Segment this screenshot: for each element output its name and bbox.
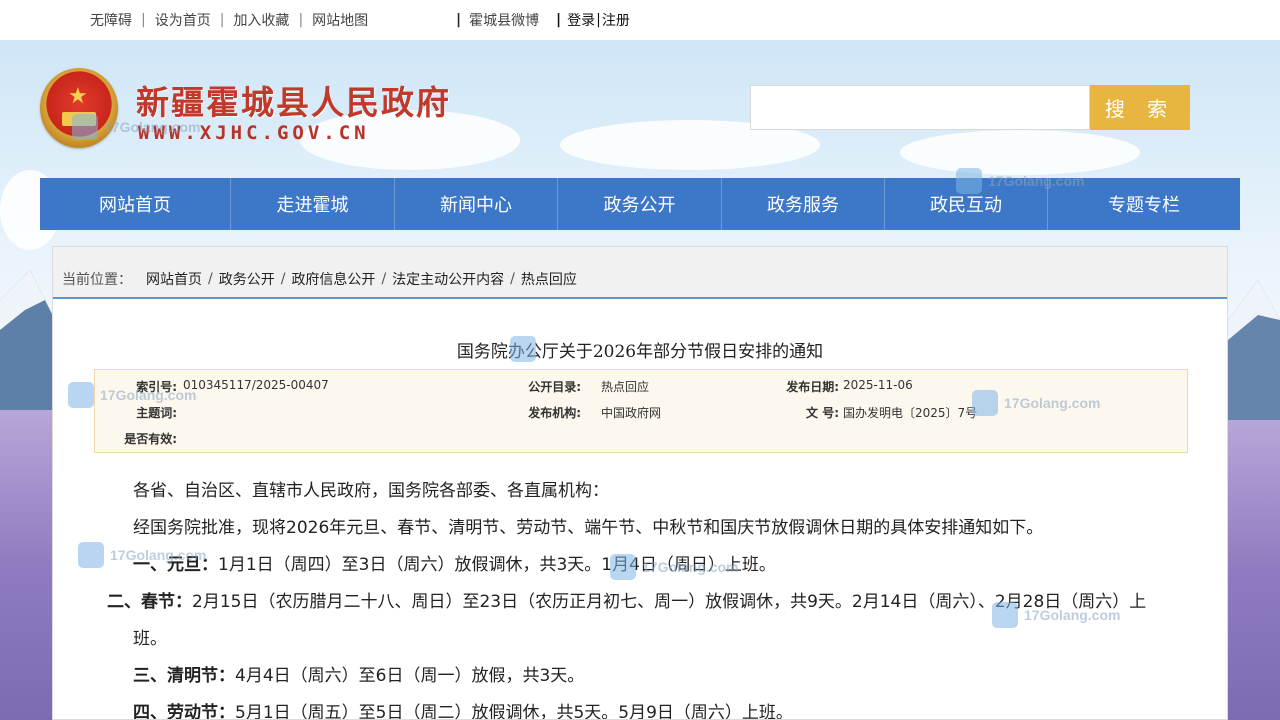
document-title: 国务院办公厅关于2026年部分节假日安排的通知	[456, 342, 824, 362]
meta-index-label: 索引号:	[136, 380, 177, 394]
divider: |	[596, 12, 601, 28]
accessibility-link[interactable]: 无障碍	[90, 10, 132, 30]
mountain-right	[1228, 280, 1280, 420]
paragraph: 各省、自治区、直辖市人民政府，国务院各部委、各直属机构：	[133, 481, 609, 501]
breadcrumb-home[interactable]: 网站首页	[146, 269, 202, 289]
meta-date-label: 发布日期:	[786, 380, 839, 394]
paragraph: 经国务院批准，现将2026年元旦、春节、清明节、劳动节、端午节、中秋节和国庆节放…	[133, 518, 1044, 538]
breadcrumb-hotspot[interactable]: 热点回应	[521, 269, 577, 289]
divider: /	[208, 271, 213, 287]
meta-publisher-value: 中国政府网	[601, 406, 662, 420]
divider: /	[381, 271, 387, 287]
paragraph: 四、劳动节：5月1日（周五）至5日（周二）放假调休，共5天。5月9日（周六）上班…	[107, 695, 1177, 720]
weibo-link[interactable]: 霍城县微博	[469, 10, 539, 30]
site-header: ★ 新疆霍城县人民政府 WWW.XJHC.GOV.CN 搜 索	[0, 40, 1280, 178]
top-links: 无障碍 | 设为首页 | 加入收藏 | 网站地图	[90, 10, 368, 30]
divider: /	[510, 271, 515, 287]
add-favorite-link[interactable]: 加入收藏	[233, 10, 289, 30]
divider: |	[556, 12, 562, 28]
paragraph-text: 1月1日（周四）至3日（周六）放假调休，共3天。1月4日（周日）上班。	[218, 555, 776, 575]
breadcrumb-statutory[interactable]: 法定主动公开内容	[392, 269, 504, 289]
divider: /	[280, 271, 286, 287]
divider: |	[219, 12, 225, 28]
lavender-field-right	[1228, 420, 1280, 720]
meta-publisher-label: 发布机构:	[528, 406, 581, 420]
paragraph: 二、春节：2月15日（农历腊月二十八、周日）至23日（农历正月初七、周一）放假调…	[81, 584, 1177, 658]
meta-index-value: 010345117/2025-00407	[183, 378, 329, 392]
meta-date-value: 2025-11-06	[843, 378, 913, 392]
paragraph: 三、清明节：4月4日（周六）至6日（周一）放假，共3天。	[107, 658, 1177, 695]
paragraph-heading: 三、清明节：	[133, 666, 235, 686]
set-homepage-link[interactable]: 设为首页	[155, 10, 211, 30]
meta-catalog-label: 公开目录:	[528, 380, 581, 394]
nav-item-gov-services[interactable]: 政务服务	[722, 178, 885, 230]
breadcrumb-label: 当前位置：	[62, 272, 132, 288]
login-link[interactable]: 登录	[567, 10, 595, 30]
paragraph-heading: 一、元旦：	[133, 555, 218, 575]
document-body: 各省、自治区、直辖市人民政府，国务院各部委、各直属机构： 经国务院批准，现将20…	[107, 473, 1177, 720]
nav-item-gov-affairs[interactable]: 政务公开	[558, 178, 722, 230]
meta-catalog-value: 热点回应	[601, 380, 650, 394]
divider: |	[141, 12, 146, 28]
sitemap-link[interactable]: 网站地图	[312, 10, 368, 30]
nav-item-news[interactable]: 新闻中心	[395, 178, 558, 230]
nav-item-home[interactable]: 网站首页	[40, 178, 231, 230]
document-meta-box: 索引号: 010345117/2025-00407 公开目录: 热点回应 发布日…	[94, 369, 1188, 453]
top-bar: 无障碍 | 设为首页 | 加入收藏 | 网站地图 | 霍城县微博 | 登录 | …	[0, 0, 1280, 40]
main-nav: 网站首页 走进霍城 新闻中心 政务公开 政务服务 政民互动 专题专栏	[40, 178, 1240, 230]
content-panel: 当前位置： 网站首页 / 政务公开 / 政府信息公开 / 法定主动公开内容 / …	[52, 246, 1228, 720]
paragraph-text: 4月4日（周六）至6日（周一）放假，共3天。	[235, 666, 585, 686]
breadcrumb-gov-affairs[interactable]: 政务公开	[219, 269, 275, 289]
breadcrumb-gov-info[interactable]: 政府信息公开	[291, 269, 375, 289]
register-link[interactable]: 注册	[602, 10, 630, 30]
divider: |	[456, 12, 462, 28]
nav-item-topics[interactable]: 专题专栏	[1048, 178, 1240, 230]
paragraph: 一、元旦：1月1日（周四）至3日（周六）放假调休，共3天。1月4日（周日）上班。	[107, 547, 1177, 584]
lavender-field-left	[0, 410, 52, 720]
national-emblem-logo: ★	[40, 68, 118, 148]
breadcrumb: 当前位置： 网站首页 / 政务公开 / 政府信息公开 / 法定主动公开内容 / …	[53, 247, 1227, 299]
paragraph-heading: 四、劳动节：	[133, 703, 235, 720]
meta-docno-label: 文 号:	[806, 406, 839, 420]
nav-item-about[interactable]: 走进霍城	[231, 178, 395, 230]
login-area: | 登录 | 注册	[556, 10, 630, 30]
meta-subject-label: 主题词:	[136, 406, 177, 420]
star-icon: ★	[68, 84, 88, 109]
meta-docno-value: 国办发明电〔2025〕7号	[843, 406, 978, 420]
search-input[interactable]	[750, 85, 1090, 130]
meta-valid-label: 是否有效:	[124, 432, 177, 446]
weibo-area: | 霍城县微博	[456, 10, 539, 30]
paragraph-text: 5月1日（周五）至5日（周二）放假调休，共5天。5月9日（周六）上班。	[235, 703, 793, 720]
site-domain: WWW.XJHC.GOV.CN	[138, 122, 370, 144]
paragraph-text: 2月15日（农历腊月二十八、周日）至23日（农历正月初七、周一）放假调休，共9天…	[133, 592, 1147, 649]
mountain-left	[0, 270, 60, 410]
paragraph-heading: 二、春节：	[107, 592, 192, 612]
site-name: 新疆霍城县人民政府	[136, 83, 451, 122]
divider: |	[298, 12, 304, 28]
tiananmen-icon	[62, 112, 96, 126]
nav-item-interaction[interactable]: 政民互动	[885, 178, 1048, 230]
search-button[interactable]: 搜 索	[1090, 85, 1190, 130]
